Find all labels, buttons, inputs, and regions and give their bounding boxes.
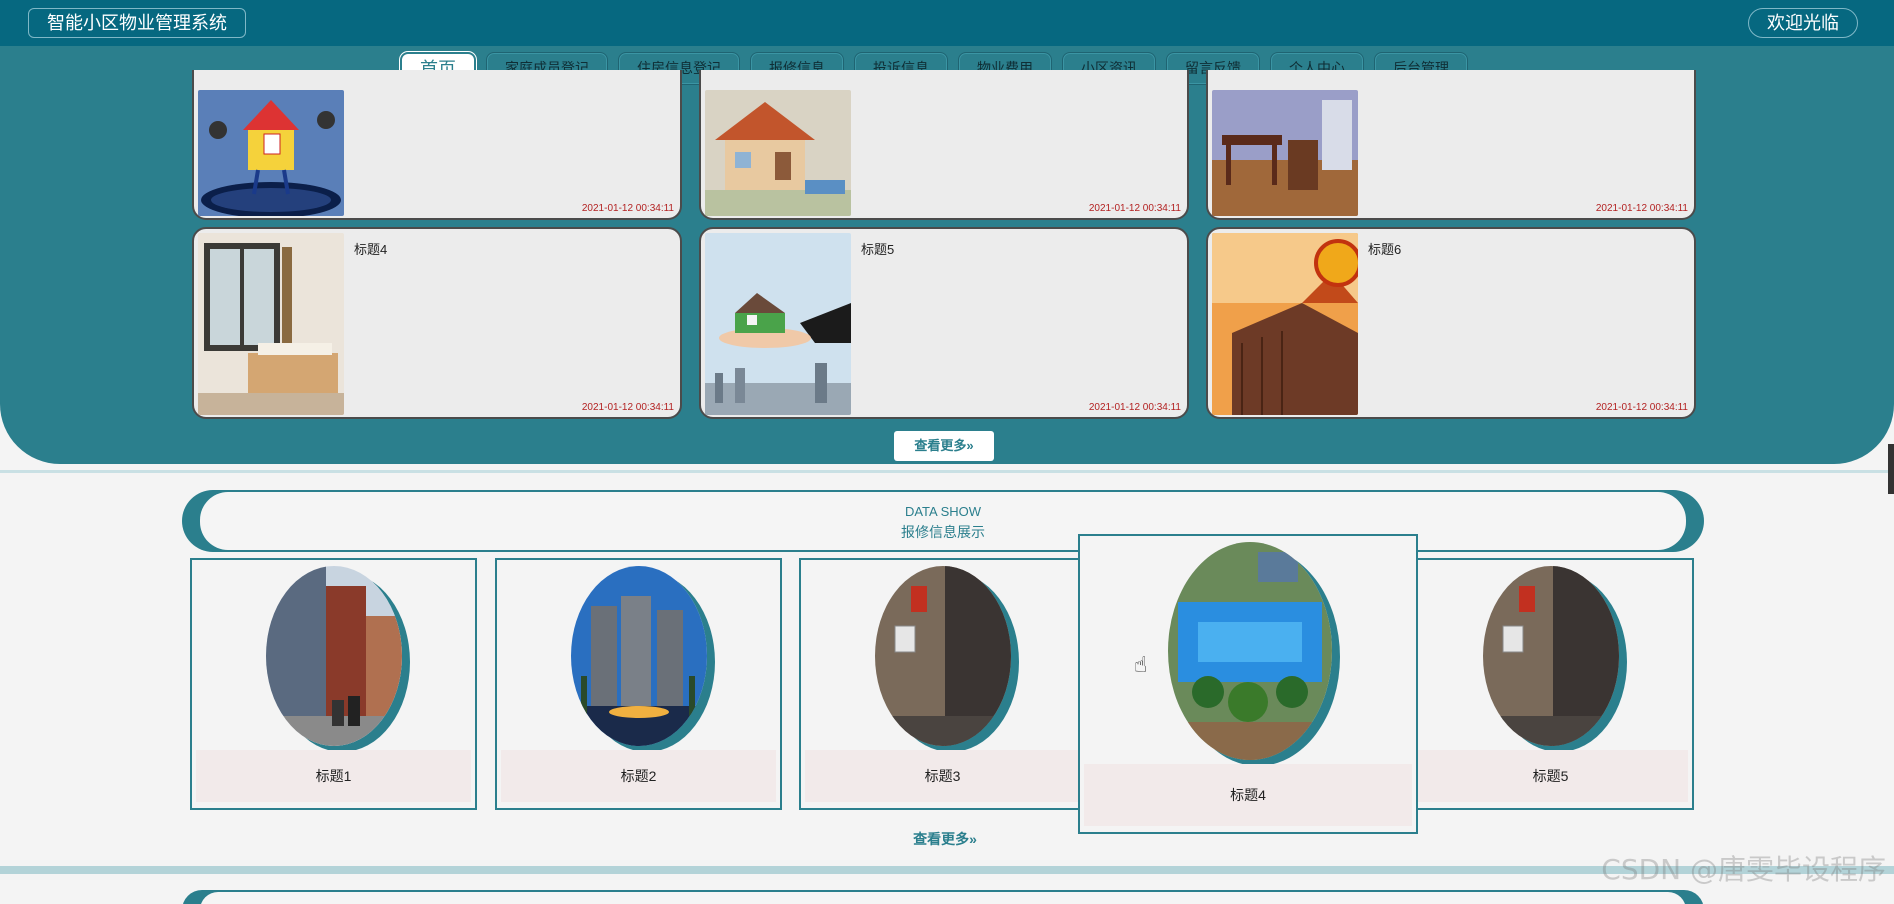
news-thumbnail [705,233,851,415]
data-show-cn-title: 报修信息展示 [901,524,985,540]
news-card[interactable]: 2021-01-12 00:34:11 [699,70,1189,220]
repair-title: 标题4 [1084,764,1412,826]
news-date: 2021-01-12 00:34:11 [1088,203,1181,214]
news-card[interactable]: 标题4 2021-01-12 00:34:11 [192,227,682,419]
hand-cursor-icon: ☝ [1134,652,1148,677]
news-thumbnail [198,90,344,216]
news-title: 标题5 [861,242,895,257]
section-divider [0,470,1894,473]
news-thumbnail [1212,233,1358,415]
news-date: 2021-01-12 00:34:11 [1088,402,1181,413]
news-card[interactable]: 2021-01-12 00:34:11 [1206,70,1696,220]
news-more-button[interactable]: 查看更多» [894,431,994,461]
news-thumbnail [1212,90,1358,216]
news-date: 2021-01-12 00:34:11 [581,203,674,214]
news-card[interactable]: 标题5 2021-01-12 00:34:11 [699,227,1189,419]
repair-image [1483,566,1619,746]
welcome-button[interactable]: 欢迎光临 [1748,8,1858,38]
repair-title: 标题5 [1413,750,1688,802]
repair-card-hovered[interactable]: 标题4 [1078,534,1418,834]
watermark: CSDN @唐雯毕设程序 [1601,853,1886,886]
repair-title: 标题2 [501,750,776,802]
data-show-more-link[interactable]: 查看更多» [880,829,1010,849]
news-date: 2021-01-12 00:34:11 [1595,402,1688,413]
news-thumbnail [705,90,851,216]
repair-image [875,566,1011,746]
site-title[interactable]: 智能小区物业管理系统 [28,8,246,38]
repair-card[interactable]: 标题5 [1407,558,1694,810]
news-date: 2021-01-12 00:34:11 [1595,203,1688,214]
repair-card[interactable]: 标题2 [495,558,782,810]
news-card[interactable]: 2021-01-12 00:34:11 [192,70,682,220]
news-date: 2021-01-12 00:34:11 [581,402,674,413]
top-header: 智能小区物业管理系统 欢迎光临 [0,0,1894,46]
next-section-header [182,890,1704,904]
news-title: 标题6 [1368,242,1402,257]
news-title: 标题4 [354,242,388,257]
news-thumbnail [198,233,344,415]
repair-card[interactable]: 标题3 [799,558,1086,810]
repair-title: 标题3 [805,750,1080,802]
repair-image [571,566,707,746]
repair-card[interactable]: 标题1 [190,558,477,810]
data-show-en-title: DATA SHOW [904,504,982,519]
data-show-header: DATA SHOW 报修信息展示 [182,490,1704,552]
news-card[interactable]: 标题6 2021-01-12 00:34:11 [1206,227,1696,419]
repair-image [266,566,402,746]
repair-image [1168,542,1332,760]
repair-title: 标题1 [196,750,471,802]
scrollbar-thumb[interactable] [1888,444,1894,494]
